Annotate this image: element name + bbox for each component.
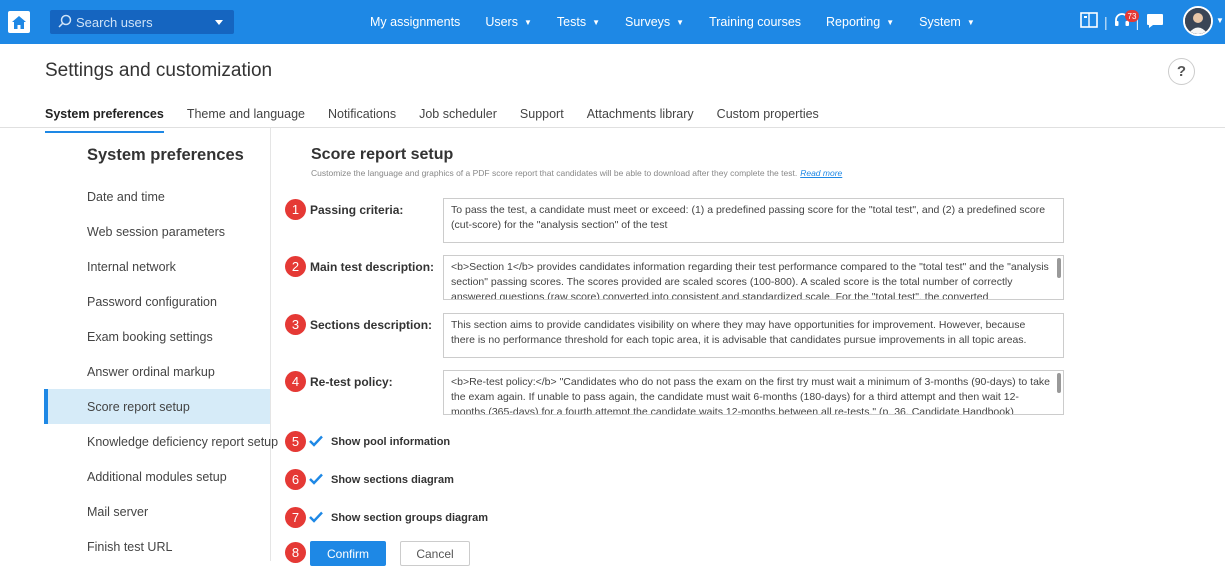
sidebar-item-mail-server[interactable]: Mail server — [44, 494, 270, 529]
chevron-down-icon: ▼ — [523, 17, 532, 27]
step-marker-6: 6 — [285, 469, 306, 490]
chevron-down-icon[interactable]: ▼ — [1216, 16, 1224, 25]
main-test-description-label: Main test description: — [310, 260, 435, 274]
tab-custom-properties[interactable]: Custom properties — [717, 107, 819, 133]
chevron-down-icon: ▼ — [886, 17, 895, 27]
nav-system[interactable]: System ▼ — [919, 15, 975, 29]
step-marker-4: 4 — [285, 371, 306, 392]
chevron-down-icon: ▼ — [676, 17, 685, 27]
chevron-down-icon: ▼ — [966, 17, 975, 27]
section-subtitle: Customize the language and graphics of a… — [311, 168, 842, 178]
confirm-button[interactable]: Confirm — [310, 541, 386, 566]
step-marker-5: 5 — [285, 431, 306, 452]
nav-users[interactable]: Users ▼ — [485, 15, 532, 29]
passing-criteria-label: Passing criteria: — [310, 203, 404, 217]
home-icon[interactable] — [8, 11, 30, 33]
show-pool-information-checkbox[interactable] — [309, 434, 323, 448]
step-marker-3: 3 — [285, 314, 306, 335]
scrollbar[interactable] — [1057, 258, 1061, 278]
nav-training-courses[interactable]: Training courses — [709, 15, 801, 29]
tab-notifications[interactable]: Notifications — [328, 107, 396, 133]
sidebar-item-answer-ordinal-markup[interactable]: Answer ordinal markup — [44, 354, 270, 389]
sidebar-item-additional-modules-setup[interactable]: Additional modules setup — [44, 459, 270, 494]
sections-description-value: This section aims to provide candidates … — [451, 319, 1027, 346]
read-more-link[interactable]: Read more — [800, 168, 842, 178]
sidebar-item-exam-booking-settings[interactable]: Exam booking settings — [44, 319, 270, 354]
page-title: Settings and customization — [45, 60, 273, 81]
show-section-groups-diagram-checkbox[interactable] — [309, 510, 323, 524]
show-sections-diagram-checkbox[interactable] — [309, 472, 323, 486]
sections-description-field[interactable]: This section aims to provide candidates … — [443, 313, 1064, 358]
passing-criteria-field[interactable]: To pass the test, a candidate must meet … — [443, 198, 1064, 243]
nav-tests[interactable]: Tests ▼ — [557, 15, 600, 29]
sidebar-item-password-configuration[interactable]: Password configuration — [44, 284, 270, 319]
subtitle-text: Customize the language and graphics of a… — [311, 168, 798, 178]
step-marker-8: 8 — [285, 542, 306, 563]
cancel-button[interactable]: Cancel — [400, 541, 470, 566]
step-marker-1: 1 — [285, 199, 306, 220]
search-icon — [58, 14, 72, 33]
sidebar-list: Date and time Web session parameters Int… — [44, 179, 278, 564]
section-title: Score report setup — [311, 146, 454, 163]
scrollbar[interactable] — [1057, 373, 1061, 393]
sidebar: System preferences Date and time Web ses… — [44, 128, 278, 564]
search-input[interactable] — [76, 10, 204, 34]
chevron-down-icon: ▼ — [592, 17, 600, 27]
sidebar-item-web-session-parameters[interactable]: Web session parameters — [44, 214, 270, 249]
book-icon[interactable] — [1080, 11, 1098, 33]
step-marker-2: 2 — [285, 256, 306, 277]
tab-support[interactable]: Support — [520, 107, 564, 133]
main-test-description-value: <b>Section 1</b> provides candidates inf… — [451, 261, 1049, 300]
bell-icon[interactable] — [1145, 11, 1165, 34]
sidebar-item-finish-test-url[interactable]: Finish test URL — [44, 529, 270, 564]
sidebar-item-internal-network[interactable]: Internal network — [44, 249, 270, 284]
show-section-groups-diagram-label: Show section groups diagram — [331, 512, 489, 524]
avatar[interactable] — [1183, 6, 1213, 36]
divider: | — [1104, 14, 1108, 30]
sidebar-title: System preferences — [87, 146, 244, 164]
notification-badge: 73 — [1125, 10, 1139, 22]
re-test-policy-value: <b>Re-test policy:</b> "Candidates who d… — [451, 376, 1051, 415]
main-test-description-field[interactable]: <b>Section 1</b> provides candidates inf… — [443, 255, 1064, 300]
nav-surveys[interactable]: Surveys ▼ — [625, 15, 684, 29]
show-sections-diagram-label: Show sections diagram — [331, 474, 454, 486]
dropdown-caret-icon[interactable] — [210, 10, 228, 34]
nav-reporting[interactable]: Reporting ▼ — [826, 15, 894, 29]
search-users-box[interactable] — [50, 10, 234, 34]
sections-description-label: Sections description: — [310, 318, 433, 332]
passing-criteria-value: To pass the test, a candidate must meet … — [451, 204, 1046, 231]
step-marker-7: 7 — [285, 507, 306, 528]
re-test-policy-label: Re-test policy: — [310, 375, 393, 389]
show-pool-information-label: Show pool information — [331, 436, 451, 448]
tab-job-scheduler[interactable]: Job scheduler — [419, 107, 497, 133]
topbar-right-icons: | | — [1080, 0, 1165, 44]
top-navigation-bar: My assignments Users▼ Tests▼ Surveys▼ Tr… — [0, 0, 1225, 44]
nav-my-assignments[interactable]: My assignments — [370, 15, 460, 29]
help-icon[interactable]: ? — [1168, 58, 1195, 85]
sidebar-item-score-report-setup[interactable]: Score report setup — [44, 389, 270, 424]
main-nav: My assignments Users ▼ Tests ▼ Surveys ▼ Tr… — [370, 0, 1000, 44]
tab-attachments-library[interactable]: Attachments library — [587, 107, 694, 133]
sidebar-item-knowledge-deficiency-report-setup[interactable]: Knowledge deficiency report setup — [44, 424, 278, 459]
re-test-policy-field[interactable]: <b>Re-test policy:</b> "Candidates who d… — [443, 370, 1064, 415]
sidebar-item-date-and-time[interactable]: Date and time — [44, 179, 270, 214]
